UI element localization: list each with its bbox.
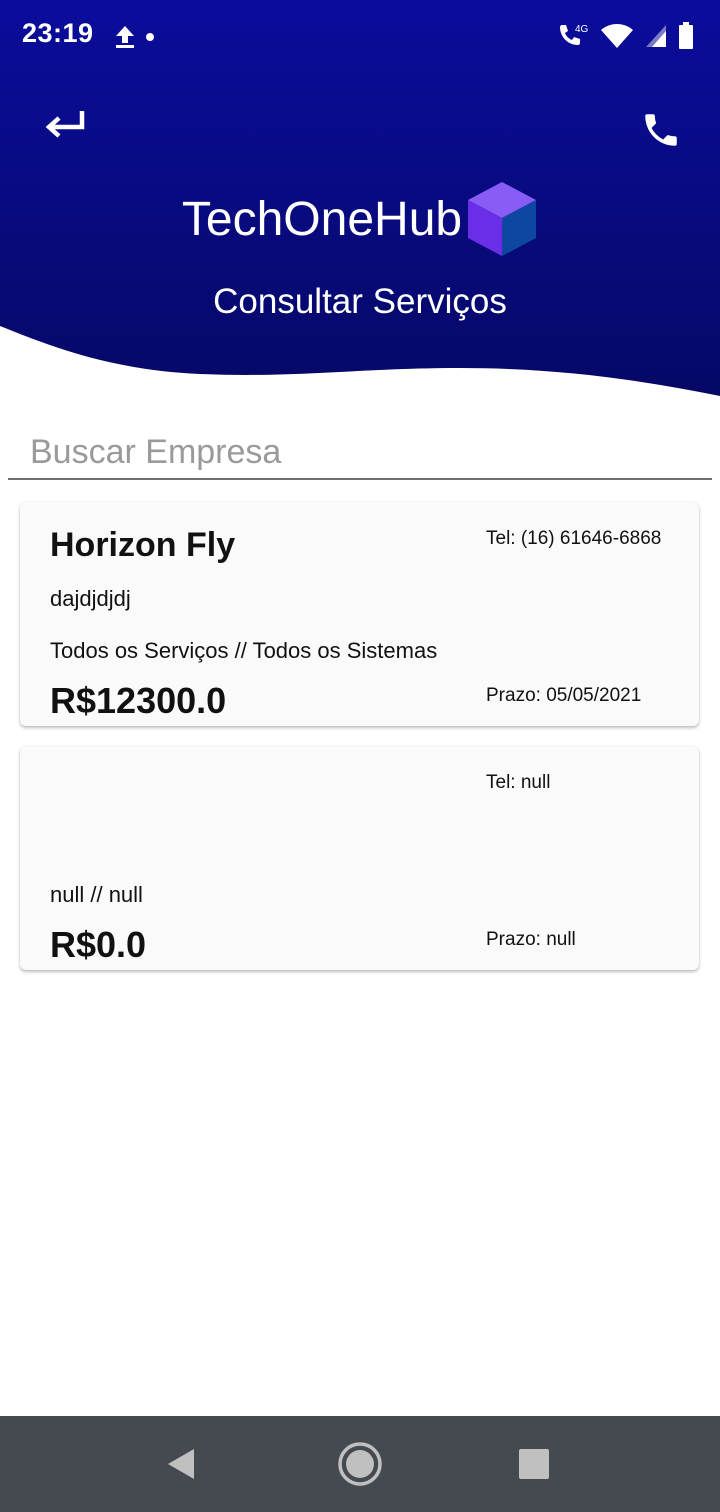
app-screen: 23:19 4G TechOneHub Consultar Serviços B… xyxy=(0,0,720,1512)
system-nav-bar xyxy=(0,1416,720,1512)
service-deadline: Prazo: null xyxy=(486,929,576,950)
service-card[interactable]: Horizon Fly Tel: (16) 61646-6868 dajdjdj… xyxy=(20,502,699,726)
cube-logo-icon xyxy=(468,182,537,256)
recents-square-icon xyxy=(519,1449,549,1479)
service-description: dajdjdjdj xyxy=(50,586,131,611)
battery-icon xyxy=(679,22,693,49)
search-company-input[interactable] xyxy=(8,426,712,480)
phone-icon xyxy=(645,114,677,146)
service-systems: null // null xyxy=(50,882,143,907)
status-icons: 4G xyxy=(556,20,694,52)
notification-dot-icon xyxy=(146,33,154,41)
signal-icon xyxy=(646,25,666,47)
status-time: 23:19 xyxy=(22,18,94,48)
company-name: Horizon Fly xyxy=(50,526,236,564)
service-deadline: Prazo: 05/05/2021 xyxy=(486,685,642,706)
home-circle-icon xyxy=(338,1442,382,1486)
service-card[interactable]: Tel: null null // null R$0.0 Prazo: null xyxy=(20,746,699,970)
call-button[interactable] xyxy=(632,104,690,156)
back-button[interactable] xyxy=(36,98,92,150)
status-bar: 23:19 4G xyxy=(0,0,720,76)
nav-recents-button[interactable] xyxy=(508,1438,560,1490)
service-price: R$0.0 xyxy=(50,924,147,965)
back-triangle-icon xyxy=(168,1449,194,1479)
nav-home-button[interactable] xyxy=(334,1438,386,1490)
network-label: 4G xyxy=(575,24,589,35)
company-phone: Tel: null xyxy=(486,772,551,793)
nav-back-button[interactable] xyxy=(156,1438,208,1490)
page-title: Consultar Serviços xyxy=(213,282,507,321)
brand-logo: TechOneHub xyxy=(0,178,720,260)
company-phone: Tel: (16) 61646-6868 xyxy=(486,528,662,549)
header: 23:19 4G TechOneHub Consultar Serviços xyxy=(0,0,720,400)
return-arrow-icon xyxy=(45,111,85,138)
service-systems: Todos os Serviços // Todos os Sistemas xyxy=(50,638,438,663)
brand-name: TechOneHub xyxy=(181,192,463,246)
service-price: R$12300.0 xyxy=(50,680,227,721)
wifi-icon xyxy=(601,24,633,48)
wifi-call-icon: 4G xyxy=(560,24,589,45)
upload-icon xyxy=(116,26,134,48)
